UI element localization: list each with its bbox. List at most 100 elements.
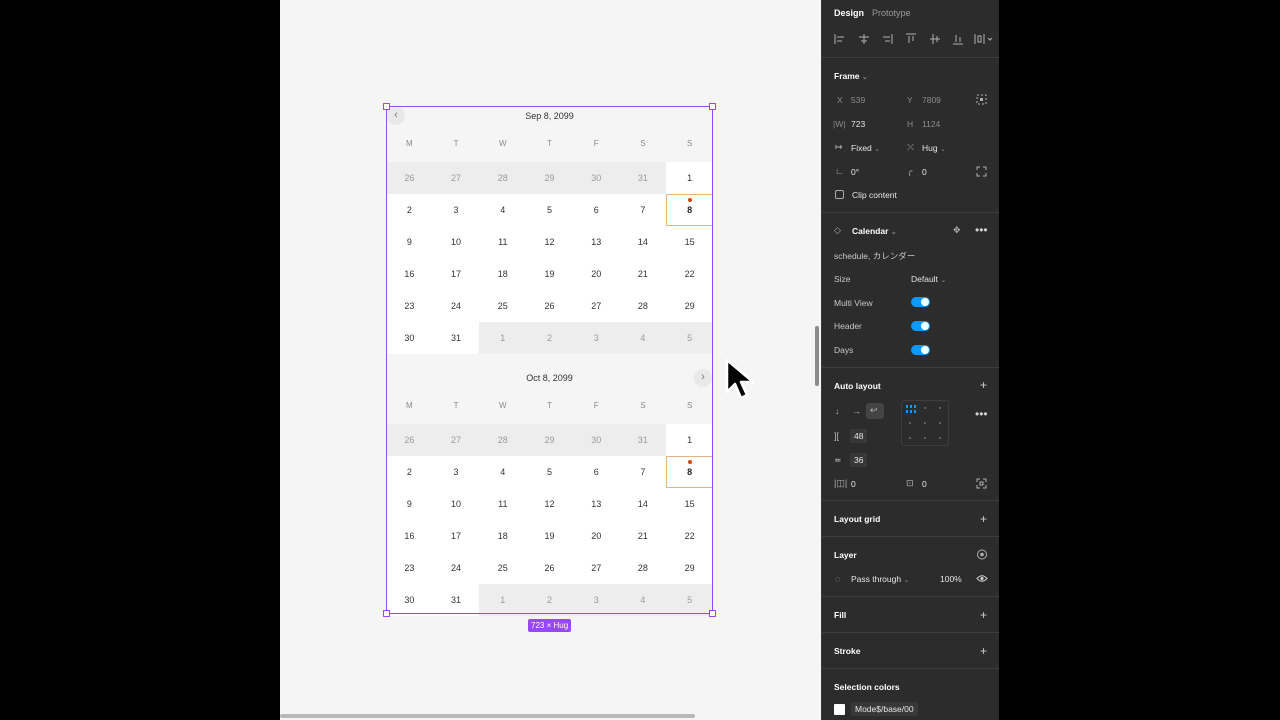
calendar-day[interactable]: 28 — [479, 162, 527, 194]
component-name-select[interactable]: Calendar ⌄ — [852, 226, 897, 236]
color-variable-name[interactable]: Mode$/base/00 — [851, 702, 918, 716]
calendar-day[interactable]: 23 — [386, 290, 433, 322]
days-toggle[interactable] — [911, 345, 930, 355]
calendar-day[interactable]: 26 — [526, 290, 573, 322]
calendar-day[interactable]: 6 — [572, 456, 620, 488]
calendar-day[interactable]: 5 — [666, 322, 713, 354]
calendar-day[interactable]: 1 — [479, 584, 527, 616]
calendar-day[interactable]: 24 — [432, 552, 480, 584]
alignment-grid[interactable] — [901, 400, 949, 446]
tab-design[interactable]: Design — [834, 8, 864, 18]
calendar-day[interactable]: 17 — [432, 520, 480, 552]
tab-prototype[interactable]: Prototype — [872, 8, 911, 18]
calendar-day[interactable]: 15 — [666, 226, 713, 258]
direction-horizontal-icon[interactable]: → — [852, 406, 861, 416]
calendar-day[interactable]: 30 — [386, 584, 433, 616]
h-input[interactable]: 1124 — [922, 119, 940, 129]
resize-handle-top-left[interactable] — [383, 103, 390, 110]
calendar-day[interactable]: 7 — [619, 194, 667, 226]
calendar-day[interactable]: 3 — [572, 322, 620, 354]
height-mode-select[interactable]: Hug ⌄ — [922, 143, 946, 153]
calendar-day[interactable]: 16 — [386, 258, 433, 290]
calendar-day[interactable]: 13 — [572, 226, 620, 258]
calendar-day[interactable]: 10 — [432, 226, 480, 258]
vertical-gap-input[interactable]: 36 — [850, 453, 868, 467]
calendar-day-today[interactable]: 8 — [666, 456, 713, 488]
calendar-day[interactable]: 29 — [666, 552, 713, 584]
add-layout-grid-icon[interactable]: + — [980, 513, 987, 525]
resize-handle-bottom-left[interactable] — [383, 610, 390, 617]
calendar-day-today[interactable]: 8 — [666, 194, 713, 226]
vertical-padding-input[interactable]: 0 — [922, 479, 927, 489]
calendar-day[interactable]: 18 — [479, 258, 527, 290]
more-options-icon[interactable]: ••• — [975, 223, 988, 237]
calendar-day[interactable]: 3 — [572, 584, 620, 616]
frame-section-title[interactable]: Frame ⌄ — [834, 71, 868, 81]
calendar-day[interactable]: 11 — [479, 226, 527, 258]
calendar-day[interactable]: 5 — [666, 584, 713, 616]
calendar-day[interactable]: 13 — [572, 488, 620, 520]
header-toggle[interactable] — [911, 321, 930, 331]
calendar-day[interactable]: 12 — [526, 226, 573, 258]
calendar-day[interactable]: 6 — [572, 194, 620, 226]
calendar-day[interactable]: 21 — [619, 520, 667, 552]
calendar-day[interactable]: 20 — [572, 520, 620, 552]
auto-layout-more-icon[interactable]: ••• — [975, 407, 988, 421]
calendar-day[interactable]: 5 — [526, 194, 573, 226]
add-stroke-icon[interactable]: + — [980, 645, 987, 657]
direction-wrap-button[interactable]: ↩ — [866, 403, 884, 419]
calendar-day[interactable]: 24 — [432, 290, 480, 322]
calendar-day[interactable]: 3 — [432, 456, 480, 488]
calendar-day[interactable]: 26 — [386, 424, 433, 456]
calendar-day[interactable]: 31 — [432, 322, 480, 354]
calendar-day[interactable]: 19 — [526, 520, 573, 552]
calendar-day[interactable]: 15 — [666, 488, 713, 520]
calendar-day[interactable]: 29 — [526, 162, 573, 194]
calendar-day[interactable]: 25 — [479, 290, 527, 322]
calendar-day[interactable]: 27 — [572, 552, 620, 584]
horizontal-padding-input[interactable]: 0 — [851, 479, 856, 489]
vertical-scrollbar[interactable] — [815, 326, 819, 386]
calendar-day[interactable]: 14 — [619, 226, 667, 258]
calendar-day[interactable]: 30 — [572, 424, 620, 456]
calendar-day[interactable]: 1 — [479, 322, 527, 354]
calendar-day[interactable]: 4 — [479, 456, 527, 488]
opacity-input[interactable]: 100% — [940, 574, 962, 584]
calendar-day[interactable]: 17 — [432, 258, 480, 290]
eye-icon[interactable] — [976, 574, 988, 583]
calendar-frame[interactable]: ‹ Sep 8, 2099 M T W T F S S 26 27 28 29 30 31… — [383, 103, 716, 632]
calendar-day[interactable]: 1 — [666, 162, 713, 194]
calendar-day[interactable]: 9 — [386, 226, 433, 258]
alignment-toolbar[interactable] — [832, 32, 997, 46]
y-input[interactable]: 7809 — [922, 95, 941, 105]
calendar-day[interactable]: 30 — [572, 162, 620, 194]
calendar-day[interactable]: 22 — [666, 520, 713, 552]
layer-visibility-settings-icon[interactable] — [976, 549, 988, 560]
calendar-day[interactable]: 2 — [526, 322, 573, 354]
calendar-day[interactable]: 21 — [619, 258, 667, 290]
x-input[interactable]: 539 — [851, 95, 865, 105]
next-month-button[interactable]: › — [694, 369, 712, 387]
calendar-day[interactable]: 2 — [526, 584, 573, 616]
calendar-day[interactable]: 31 — [432, 584, 480, 616]
width-mode-select[interactable]: Fixed ⌄ — [851, 143, 880, 153]
calendar-day[interactable]: 30 — [386, 322, 433, 354]
calendar-day[interactable]: 28 — [619, 552, 667, 584]
calendar-day[interactable]: 27 — [432, 424, 480, 456]
blend-mode-select[interactable]: Pass through ⌄ — [851, 574, 909, 584]
calendar-day[interactable]: 16 — [386, 520, 433, 552]
calendar-day[interactable]: 3 — [432, 194, 480, 226]
calendar-day[interactable]: 7 — [619, 456, 667, 488]
calendar-day[interactable]: 9 — [386, 488, 433, 520]
calendar-day[interactable]: 5 — [526, 456, 573, 488]
calendar-day[interactable]: 31 — [619, 162, 667, 194]
calendar-day[interactable]: 2 — [386, 456, 433, 488]
calendar-day[interactable]: 4 — [619, 322, 667, 354]
calendar-day[interactable]: 29 — [526, 424, 573, 456]
calendar-day[interactable]: 10 — [432, 488, 480, 520]
calendar-day[interactable]: 27 — [432, 162, 480, 194]
calendar-day[interactable]: 28 — [479, 424, 527, 456]
go-to-main-component-icon[interactable]: ✥ — [953, 225, 961, 236]
calendar-day[interactable]: 11 — [479, 488, 527, 520]
calendar-day[interactable]: 1 — [666, 424, 713, 456]
